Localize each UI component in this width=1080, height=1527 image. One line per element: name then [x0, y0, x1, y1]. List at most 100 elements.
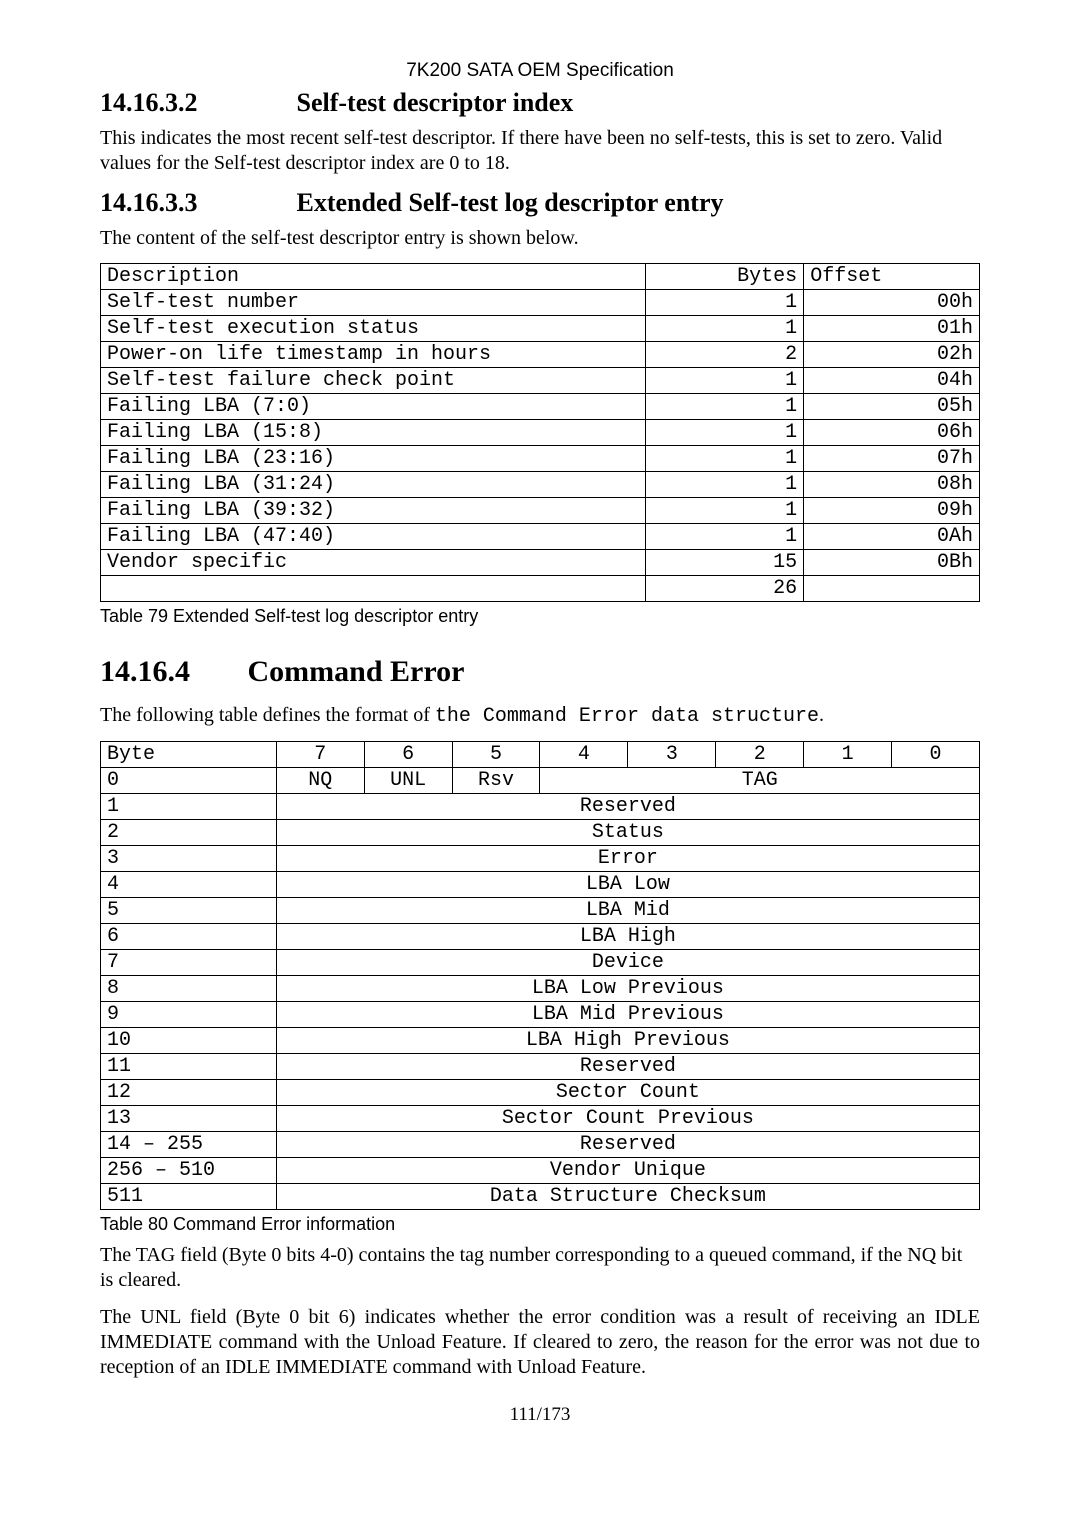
cell: 06h: [804, 420, 980, 446]
paragraph: The TAG field (Byte 0 bits 4-0) contains…: [100, 1243, 980, 1293]
table-row: 12Sector Count: [101, 1080, 980, 1106]
cell: Self-test failure check point: [101, 368, 646, 394]
cell: UNL: [364, 768, 452, 794]
table-row: Failing LBA (39:32)109h: [101, 498, 980, 524]
heading-command-error: 14.16.4 Command Error: [100, 655, 980, 689]
table-row: 14 – 255Reserved: [101, 1132, 980, 1158]
byte-index: 14 – 255: [101, 1132, 277, 1158]
bit-col: 1: [804, 742, 892, 768]
byte-index: 0: [101, 768, 277, 794]
byte-index: 10: [101, 1028, 277, 1054]
paragraph: The following table defines the format o…: [100, 703, 980, 729]
bit-col: 7: [276, 742, 364, 768]
table-row: Failing LBA (31:24)108h: [101, 472, 980, 498]
cell: Vendor specific: [101, 550, 646, 576]
cell: NQ: [276, 768, 364, 794]
cell: 02h: [804, 342, 980, 368]
cell: Self-test execution status: [101, 316, 646, 342]
cell: Failing LBA (15:8): [101, 420, 646, 446]
command-error-table: Byte 7 6 5 4 3 2 1 0 0 NQ UNL Rsv TAG 1R…: [100, 741, 980, 1210]
heading-number: 14.16.3.2: [100, 88, 290, 118]
table-row: 3Error: [101, 846, 980, 872]
cell: LBA Mid Previous: [276, 1002, 979, 1028]
cell: LBA Low Previous: [276, 976, 979, 1002]
cell: Status: [276, 820, 979, 846]
table-row: Vendor specific150Bh: [101, 550, 980, 576]
cell: Reserved: [276, 794, 979, 820]
cell: 05h: [804, 394, 980, 420]
byte-index: 256 – 510: [101, 1158, 277, 1184]
col-bytes: Bytes: [645, 264, 803, 290]
document-header: 7K200 SATA OEM Specification: [100, 60, 980, 82]
table-row: 13Sector Count Previous: [101, 1106, 980, 1132]
cell: 1: [645, 498, 803, 524]
table-row: 9LBA Mid Previous: [101, 1002, 980, 1028]
cell: Self-test number: [101, 290, 646, 316]
cell: 1: [645, 290, 803, 316]
cell: Sector Count: [276, 1080, 979, 1106]
cell: Vendor Unique: [276, 1158, 979, 1184]
text-run: The following table defines the format o…: [100, 704, 435, 726]
byte-index: 9: [101, 1002, 277, 1028]
table-row: 7Device: [101, 950, 980, 976]
cell: 1: [645, 472, 803, 498]
cell: Failing LBA (7:0): [101, 394, 646, 420]
bit-col: 0: [892, 742, 980, 768]
byte-index: 1: [101, 794, 277, 820]
table-row: Self-test failure check point104h: [101, 368, 980, 394]
cell: 00h: [804, 290, 980, 316]
cell: 15: [645, 550, 803, 576]
col-byte: Byte: [101, 742, 277, 768]
byte-index: 6: [101, 924, 277, 950]
table-row: Power-on life timestamp in hours202h: [101, 342, 980, 368]
text-run: .: [819, 704, 824, 726]
table-row: 11Reserved: [101, 1054, 980, 1080]
bit-col: 5: [452, 742, 540, 768]
cell: 01h: [804, 316, 980, 342]
table-row: 5LBA Mid: [101, 898, 980, 924]
cell: 1: [645, 316, 803, 342]
cell: 0Ah: [804, 524, 980, 550]
heading-title: Command Error: [248, 655, 465, 688]
cell: 26: [645, 576, 803, 602]
cell: LBA Low: [276, 872, 979, 898]
bit-col: 3: [628, 742, 716, 768]
cell: Failing LBA (23:16): [101, 446, 646, 472]
table-row: Failing LBA (7:0)105h: [101, 394, 980, 420]
table-header-row: Byte 7 6 5 4 3 2 1 0: [101, 742, 980, 768]
text-run-mono: the Command Error data structure: [435, 705, 819, 728]
byte-index: 7: [101, 950, 277, 976]
byte-index: 13: [101, 1106, 277, 1132]
cell: Error: [276, 846, 979, 872]
paragraph: This indicates the most recent self-test…: [100, 126, 980, 176]
table-row: 1Reserved: [101, 794, 980, 820]
cell: Data Structure Checksum: [276, 1184, 979, 1210]
table-row: 511Data Structure Checksum: [101, 1184, 980, 1210]
byte-index: 5: [101, 898, 277, 924]
table-row: 0 NQ UNL Rsv TAG: [101, 768, 980, 794]
cell: 2: [645, 342, 803, 368]
paragraph: The UNL field (Byte 0 bit 6) indicates w…: [100, 1305, 980, 1380]
table-row: Failing LBA (47:40)10Ah: [101, 524, 980, 550]
table-row: 2Status: [101, 820, 980, 846]
paragraph: The content of the self-test descriptor …: [100, 226, 980, 251]
table-row: Failing LBA (23:16)107h: [101, 446, 980, 472]
cell: LBA High Previous: [276, 1028, 979, 1054]
table-header-row: Description Bytes Offset: [101, 264, 980, 290]
cell: Sector Count Previous: [276, 1106, 979, 1132]
byte-index: 12: [101, 1080, 277, 1106]
descriptor-entry-table: Description Bytes Offset Self-test numbe…: [100, 263, 980, 602]
heading-title: Extended Self-test log descriptor entry: [297, 188, 724, 217]
cell: Failing LBA (47:40): [101, 524, 646, 550]
heading-number: 14.16.4: [100, 655, 240, 689]
cell: 04h: [804, 368, 980, 394]
table-row: 256 – 510Vendor Unique: [101, 1158, 980, 1184]
cell: 1: [645, 394, 803, 420]
cell: Power-on life timestamp in hours: [101, 342, 646, 368]
cell: 09h: [804, 498, 980, 524]
table-caption: Table 80 Command Error information: [100, 1214, 980, 1235]
table-row: 8LBA Low Previous: [101, 976, 980, 1002]
cell: Reserved: [276, 1132, 979, 1158]
heading-number: 14.16.3.3: [100, 188, 290, 218]
table-row: Self-test number100h: [101, 290, 980, 316]
